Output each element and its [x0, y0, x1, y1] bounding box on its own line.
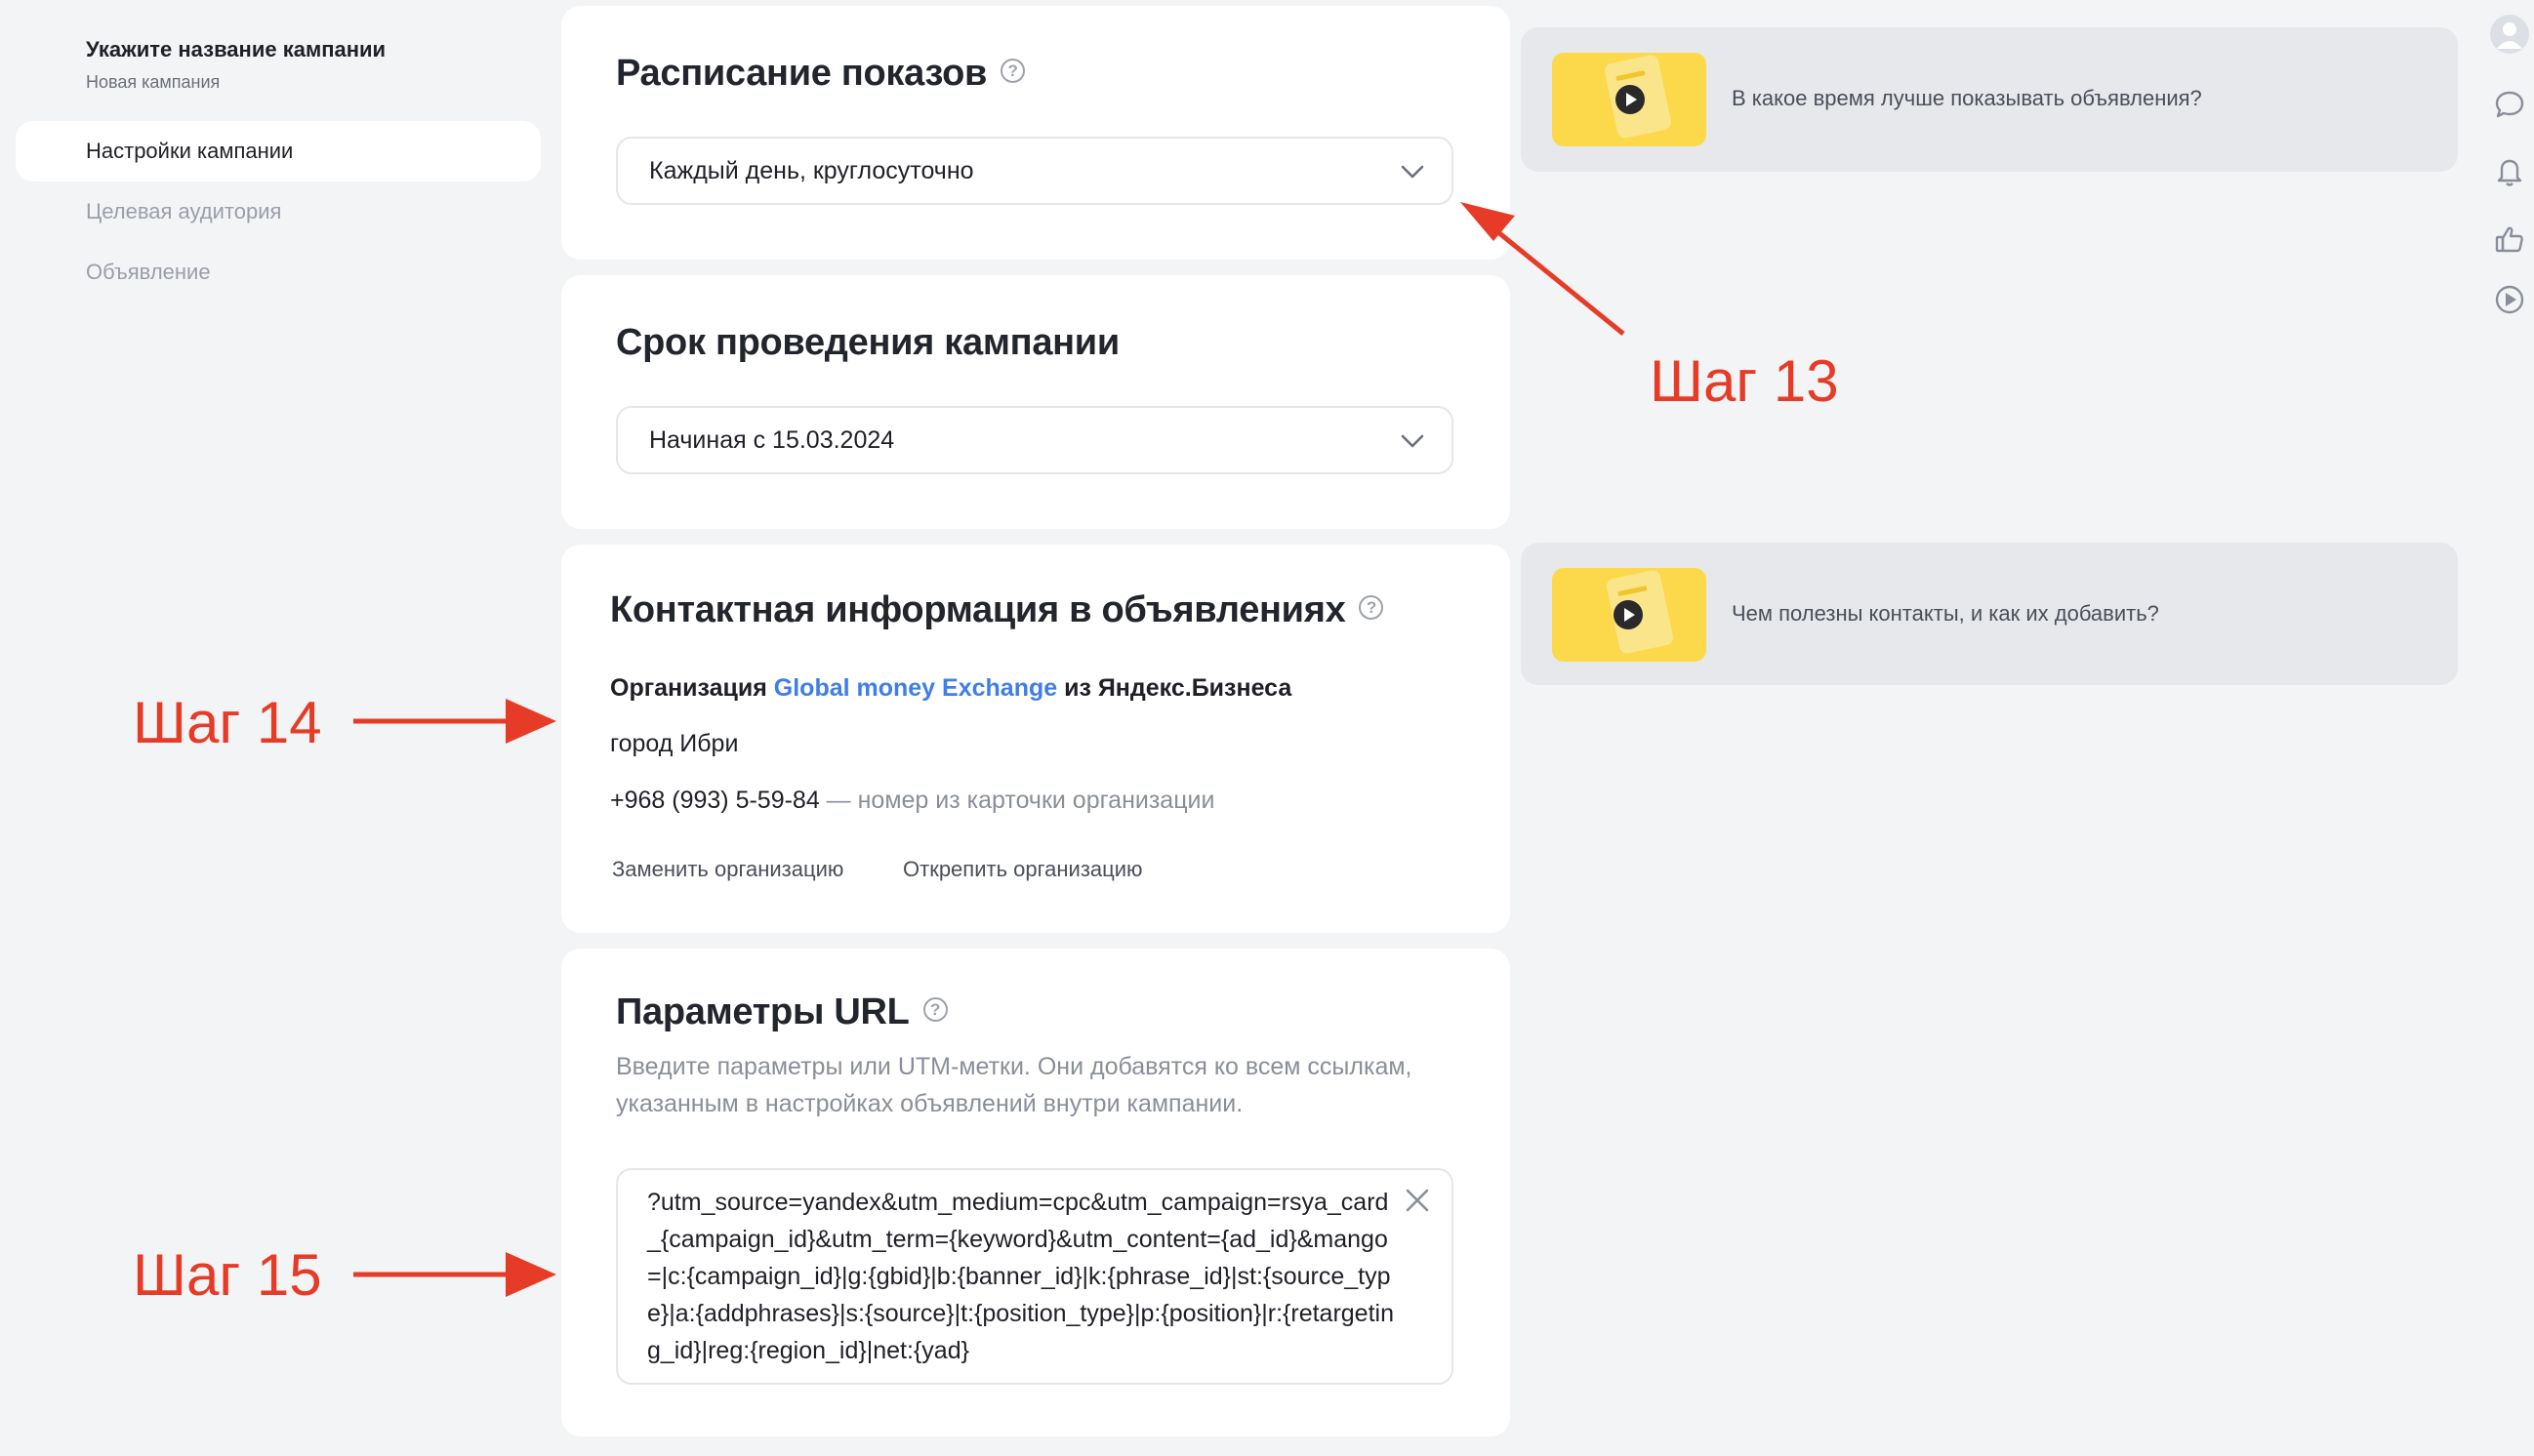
step13-label: Шаг 13	[1650, 348, 1839, 414]
step14-arrow-head	[506, 699, 556, 744]
step13-arrow-line	[1492, 226, 1625, 336]
step15-arrow-head	[506, 1252, 556, 1297]
annotation-arrows	[353, 202, 1625, 1297]
step15-label: Шаг 15	[133, 1242, 322, 1308]
step13-arrow-head	[1460, 202, 1515, 241]
step14-label: Шаг 14	[133, 690, 322, 755]
